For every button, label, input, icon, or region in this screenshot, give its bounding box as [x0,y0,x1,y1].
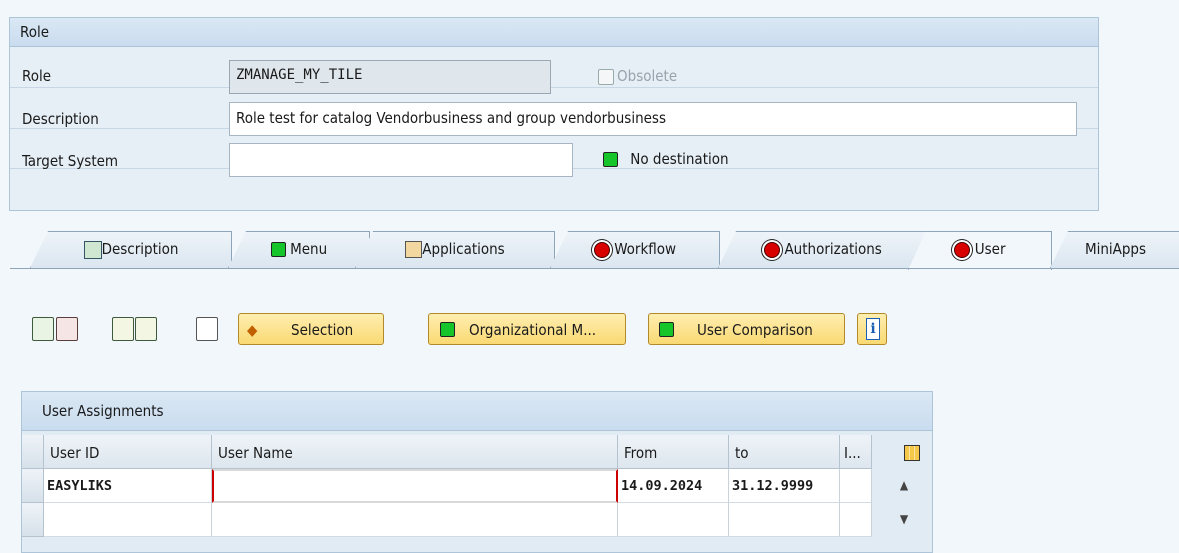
description-label: Description [22,110,99,128]
column-layout-button[interactable] [872,435,932,469]
tab-authorizations[interactable]: Authorizations [718,231,928,268]
info-button[interactable]: i [857,313,887,345]
tab-applications[interactable]: Applications [355,231,555,268]
applications-icon [405,241,423,258]
row-selector[interactable] [22,469,44,503]
selection-button[interactable]: ◆ Selection [238,313,384,345]
user-assignments-table: User Assignments User ID User Name From … [21,391,933,553]
org-mgmt-label: Organizational M... [469,321,597,339]
target-system-label: Target System [22,152,119,170]
red-status-icon [954,241,971,258]
table-cell-i[interactable] [840,469,872,503]
table-cell-user-name[interactable] [212,503,618,537]
user-comparison-label: User Comparison [697,321,813,339]
role-group: Role Role ZMANAGE_MY_TILE Obsolete Descr… [9,17,1099,211]
select-all-rows-button[interactable] [22,435,44,469]
table-cell-user-id[interactable]: EASYLIKS [44,469,212,503]
scroll-down-button[interactable]: ▼ [894,512,914,530]
destination-status: No destination [603,150,729,168]
col-header-to[interactable]: to [729,435,840,469]
organizational-management-button[interactable]: Organizational M... [428,313,626,345]
col-header-from[interactable]: From [618,435,729,469]
description-tab-icon [83,240,102,259]
tab-user[interactable]: User [908,231,1052,270]
tab-label: Authorizations [784,240,882,258]
tab-menu[interactable]: Menu [228,231,370,268]
add-row-icon[interactable] [32,317,54,341]
deselect-all-icon[interactable] [135,317,157,341]
green-status-icon [270,242,286,257]
table-settings-icon [904,445,920,461]
user-assignments-header: User Assignments [22,392,932,431]
red-status-icon [764,241,781,258]
tab-strip: Description Menu Applications Workflow A… [10,231,1179,270]
green-status-icon [603,152,618,167]
tab-label: Menu [290,240,328,258]
col-header-user-name[interactable]: User Name [212,435,618,469]
tab-label: Description [101,240,179,258]
tab-miniapps[interactable]: MiniApps [1050,231,1179,268]
table-cell-from[interactable]: 14.09.2024 [618,469,729,503]
role-field[interactable]: ZMANAGE_MY_TILE [229,60,551,94]
description-field[interactable]: Role test for catalog Vendorbusiness and… [229,102,1077,136]
table-cell-user-name[interactable] [212,469,618,503]
table-cell-i[interactable] [840,503,872,537]
role-label: Role [22,67,52,85]
target-system-field[interactable] [229,143,573,177]
tab-label: User [974,240,1006,258]
row-selector[interactable] [22,503,44,537]
tab-label: MiniApps [1084,240,1147,258]
green-status-icon [440,322,455,337]
selection-label: Selection [291,321,354,339]
scroll-up-button[interactable]: ▲ [894,478,914,496]
col-header-i[interactable]: I... [840,435,872,469]
col-header-user-id[interactable]: User ID [44,435,212,469]
table-cell-from[interactable] [618,503,729,537]
user-comparison-button[interactable]: User Comparison [648,313,845,345]
selection-icon: ◆ [247,321,258,339]
role-group-header: Role [10,18,1098,47]
red-status-icon [593,241,610,258]
destination-status-text: No destination [630,150,729,168]
green-status-icon [659,322,674,337]
table-cell-user-id[interactable] [44,503,212,537]
obsolete-checkbox[interactable]: Obsolete [598,67,677,85]
delete-row-icon[interactable] [56,317,78,341]
table-cell-to[interactable]: 31.12.9999 [729,469,840,503]
tab-label: Applications [422,240,505,258]
find-icon[interactable] [196,317,218,341]
role-group-title: Role [20,23,50,41]
obsolete-label: Obsolete [617,67,678,85]
info-icon: i [866,318,880,340]
table-cell-to[interactable] [729,503,840,537]
select-all-icon[interactable] [112,317,134,341]
checkbox-icon [598,68,614,85]
user-assignments-title: User Assignments [42,402,164,420]
tab-workflow[interactable]: Workflow [550,231,720,268]
tab-description[interactable]: Description [30,231,232,268]
tab-label: Workflow [614,240,677,258]
